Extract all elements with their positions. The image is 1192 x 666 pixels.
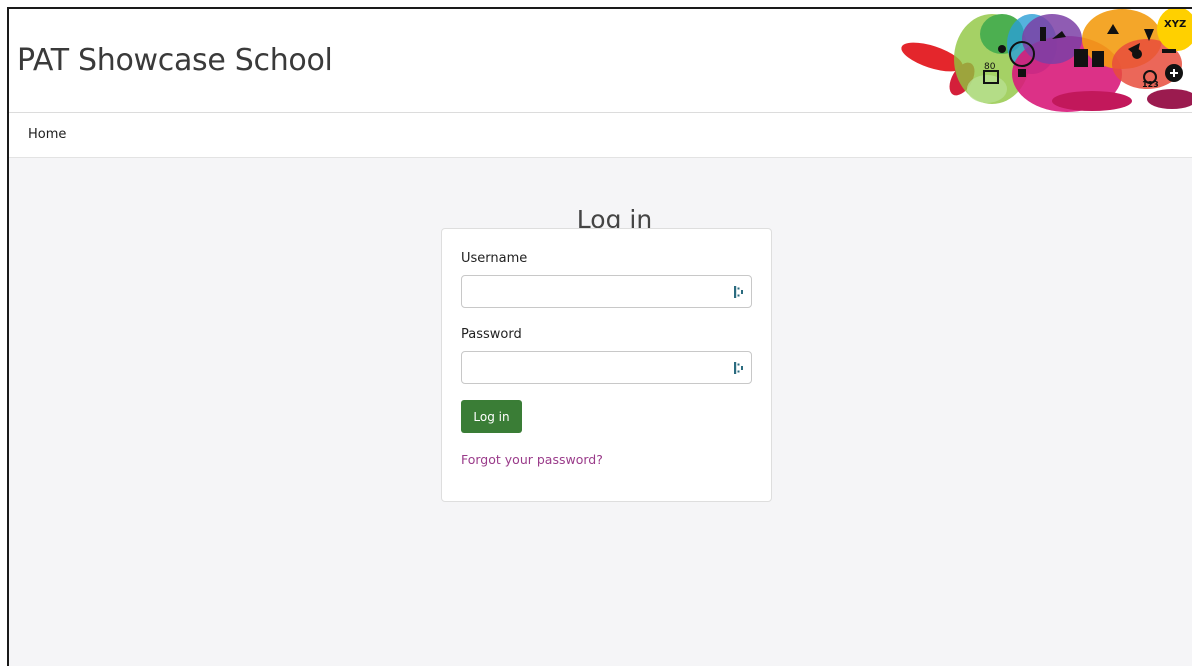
username-field[interactable]: [461, 275, 752, 308]
education-banner-image: XYZ 123 80: [901, 9, 1192, 112]
password-input[interactable]: [462, 352, 751, 383]
svg-text:123: 123: [1142, 80, 1159, 89]
login-form-card: Username Password Log in Forgot your pas…: [441, 228, 772, 502]
svg-text:80: 80: [984, 62, 996, 72]
site-header: PAT Showcase School XYZ 123 80: [9, 9, 1192, 113]
password-manager-icon[interactable]: [733, 285, 745, 299]
browser-page: PAT Showcase School XYZ 123 80 Home Log …: [7, 7, 1192, 666]
svg-text:XYZ: XYZ: [1164, 19, 1186, 30]
password-manager-icon[interactable]: [733, 361, 745, 375]
login-button[interactable]: Log in: [461, 400, 522, 433]
username-label: Username: [461, 251, 528, 266]
password-field[interactable]: [461, 351, 752, 384]
nav-home-link[interactable]: Home: [28, 127, 66, 142]
password-label: Password: [461, 327, 522, 342]
primary-navbar: Home: [9, 113, 1192, 158]
username-input[interactable]: [462, 276, 751, 307]
forgot-password-link[interactable]: Forgot your password?: [461, 452, 603, 467]
school-name[interactable]: PAT Showcase School: [17, 43, 333, 78]
